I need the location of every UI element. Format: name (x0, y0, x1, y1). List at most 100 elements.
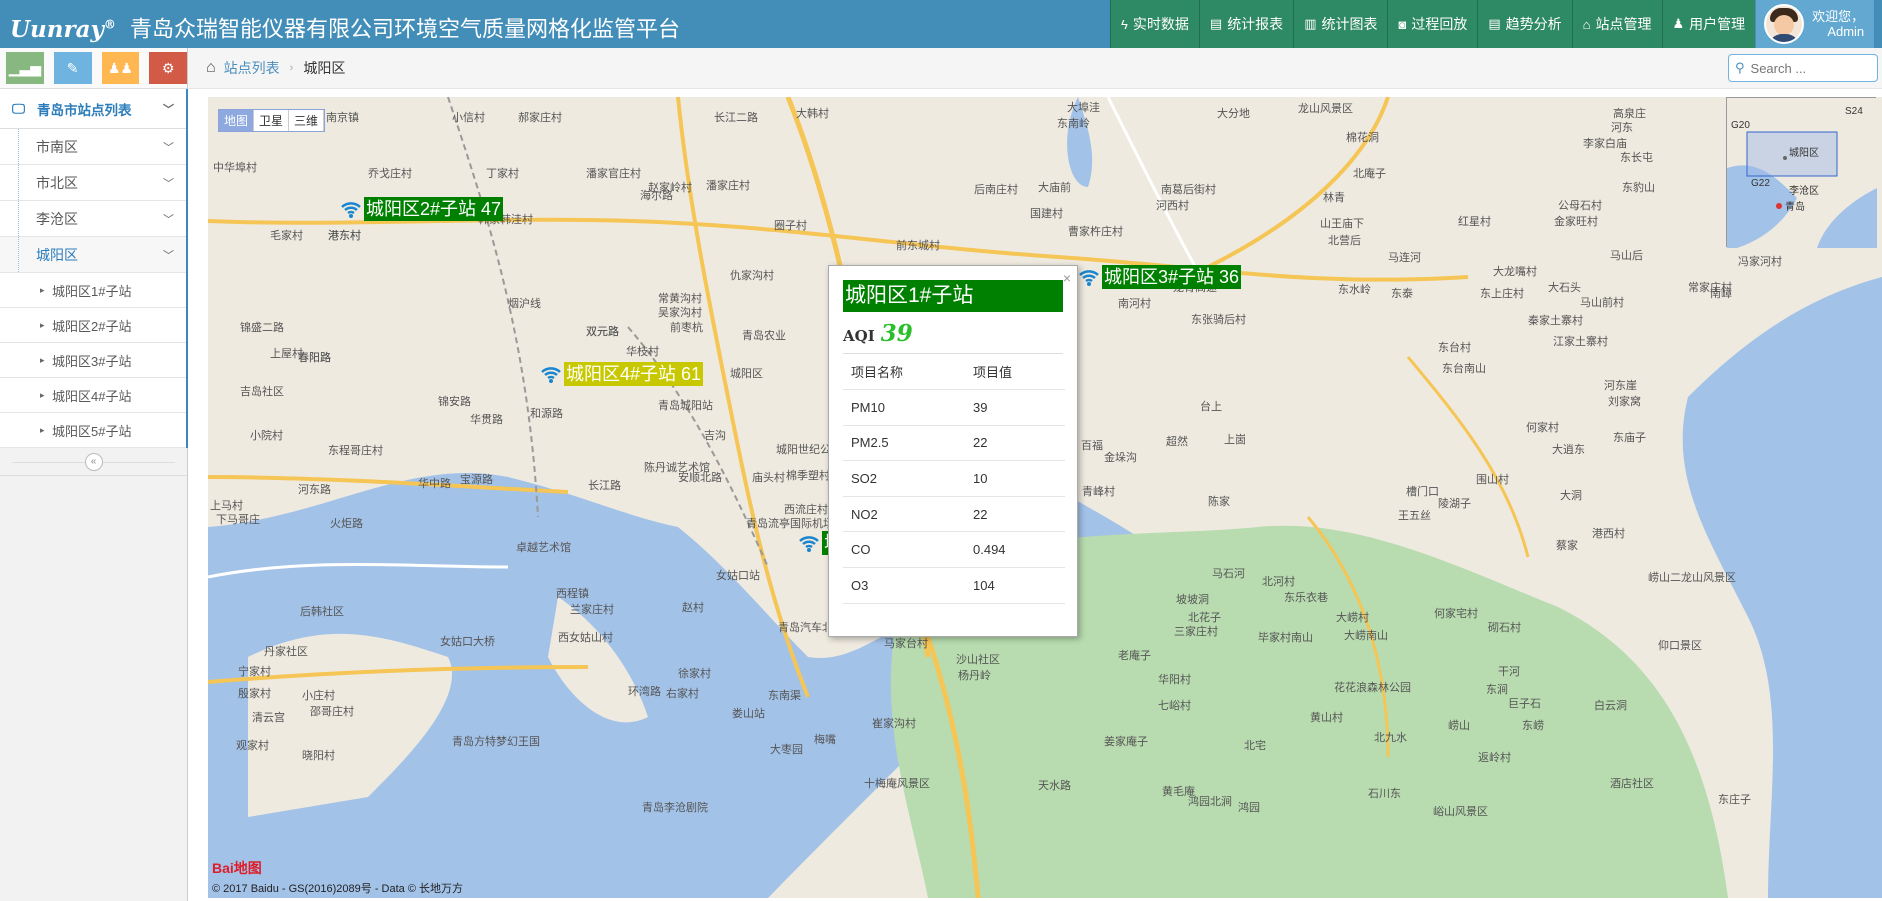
user-name: Admin (1827, 24, 1865, 39)
station-marker[interactable]: 城阳区2#子站 47 (340, 197, 504, 221)
nav-item-0[interactable]: ϟ 实时数据 (1110, 0, 1199, 48)
station-label: 城阳区4#子站 (52, 388, 132, 404)
map-place-label: 华阳村 (1158, 674, 1191, 686)
map-place-label: 青岛流亭国际机场 (746, 518, 834, 530)
sidebar-item-district[interactable]: 市北区 ﹀ (0, 165, 186, 201)
map-place-label: 小信村 (452, 112, 485, 124)
map-place-label: 曹家杵庄村 (1068, 226, 1123, 238)
table-row: SO2 10 (843, 460, 1065, 497)
map-type-switch: 地图 卫星 三维 (218, 109, 326, 132)
caret-right-icon: ▸ (40, 319, 45, 330)
map-type-button-1[interactable]: 卫星 (254, 110, 290, 131)
overview-map[interactable]: 城阳区 李沧区 青岛 S24 G20 G22 (1726, 97, 1877, 248)
sidebar-collapse[interactable]: « (0, 448, 187, 476)
aqi-value: 39 (880, 320, 913, 347)
popup-title: 城阳区1#子站 (843, 280, 1063, 312)
overview-label: S24 (1845, 106, 1863, 117)
map-place-label: 北宅 (1244, 740, 1266, 752)
shortcut-button-3[interactable]: ⚙ (149, 52, 187, 84)
bolt-icon: ϟ (1121, 16, 1128, 32)
map-place-label: 卓越艺术馆 (516, 542, 571, 554)
sidebar-item-station[interactable]: ▸ 城阳区3#子站 (0, 343, 186, 378)
map-place-label: 丹家社区 (264, 646, 308, 658)
map-place-label: 大洞 (1560, 490, 1582, 502)
map-place-label: 安顺北路 (678, 472, 722, 484)
map-place-label: 观家村 (236, 740, 269, 752)
map-type-button-2[interactable]: 三维 (289, 110, 325, 131)
overview-label: 城阳区 (1789, 147, 1819, 159)
nav-item-1[interactable]: ▤ 统计报表 (1198, 0, 1294, 48)
map-place-label: 王五丝 (1398, 510, 1431, 522)
station-marker[interactable]: 城阳区4#子站 61 (540, 362, 704, 386)
sidebar-title-item[interactable]: 🖵 青岛市站点列表 ﹀ (0, 89, 186, 129)
map-place-label: 下马哥庄 (216, 514, 260, 526)
map-place-label: 金家旺村 (1554, 216, 1598, 228)
station-info-window: × 城阳区1#子站 AQI 39 项目名称 项目值 PM10 39 PM2.5 22 SO… (828, 265, 1078, 637)
search-box[interactable]: ⚲ (1728, 54, 1878, 82)
longqing-expressway (1207, 97, 1390, 269)
user-menu[interactable]: 欢迎您， Admin (1755, 0, 1875, 48)
map-place-label: 港西村 (1592, 528, 1625, 540)
search-icon: ⚲ (1735, 60, 1745, 75)
sidebar-item-station[interactable]: ▸ 城阳区2#子站 (0, 308, 186, 343)
sidebar-item-station[interactable]: ▸ 城阳区5#子站 (0, 413, 186, 448)
brand[interactable]: Uunray® 青岛众瑞智能仪器有限公司环境空气质量网格化监管平台 (10, 0, 680, 48)
map-place-label: 百福 (1081, 440, 1103, 452)
station-marker[interactable]: 城阳区3#子站 36 (1078, 265, 1242, 289)
nav-item-5[interactable]: ⌂ 站点管理 (1571, 0, 1662, 48)
map-place-label: 小庄村 (302, 690, 335, 702)
station-menu: 🖵 青岛市站点列表 ﹀ 市南区 ﹀ 市北区 ﹀ 李沧区 ﹀ 城阳区 ﹀ ▸ 城阳区1#子站 ▸ 城阳区… (0, 89, 188, 448)
map-place-label: 东南岭 (1057, 118, 1090, 130)
cogs-icon: ⚙ (161, 59, 175, 76)
map-place-label: 圈子村 (774, 220, 807, 232)
map-place-label: 仰口景区 (1658, 640, 1702, 652)
map-place-label: 马山前村 (1580, 297, 1624, 309)
map-canvas[interactable]: 南京镇 小信村 郝家庄村 大韩村 长江二路 大埠洼 东南岭 大分地 龙山风景区 高泉庄 棉花洞 河东李… (208, 97, 1882, 898)
double-left-arrow-icon[interactable]: « (84, 452, 103, 471)
map-place-label: 东台村 (1438, 342, 1471, 354)
chevron-down-icon: ﹀ (163, 103, 174, 116)
sidebar-item-district[interactable]: 城阳区 ﹀ (0, 237, 186, 273)
map-place-label: 和源路 (530, 408, 563, 420)
search-input[interactable] (1750, 60, 1861, 76)
sidebar-item-station[interactable]: ▸ 城阳区1#子站 (0, 273, 186, 308)
map-place-label: 殷家村 (238, 688, 271, 700)
map-place-label: 马石河 (1212, 568, 1245, 580)
map-place-label: 赵村 (682, 602, 704, 614)
close-icon[interactable]: × (1063, 270, 1071, 286)
map-place-label: 东庙子 (1613, 432, 1646, 444)
map-place-label: 庙头村 (752, 472, 785, 484)
map-place-label: 前枣杭 (670, 322, 703, 334)
map-place-label: 春阳路 (298, 352, 331, 364)
map-place-label: 东长屯 (1620, 152, 1653, 164)
home-icon[interactable]: ⌂ (206, 59, 216, 77)
aqi-line: AQI 39 (843, 320, 1063, 354)
map-place-label: 青峰村 (1082, 486, 1115, 498)
nav-item-6[interactable]: ♟ 用户管理 (1661, 0, 1756, 48)
map-place-label: 花花浪森林公园 (1334, 682, 1411, 694)
nav-item-2[interactable]: ▥ 统计图表 (1293, 0, 1388, 48)
aqi-label: AQI (843, 327, 875, 345)
shortcut-button-1[interactable]: ✎ (53, 52, 92, 84)
nav-item-3[interactable]: ◙ 过程回放 (1387, 0, 1478, 48)
map-place-label: 陈家 (1208, 496, 1230, 508)
map-place-label: 北庵子 (1353, 168, 1386, 180)
map-type-button-0[interactable]: 地图 (219, 110, 255, 131)
map-place-label: 返岭村 (1478, 752, 1511, 764)
map-place-label: 清云宫 (252, 712, 285, 724)
sidebar-item-district[interactable]: 市南区 ﹀ (0, 129, 186, 165)
pollutant-value: 22 (965, 425, 1065, 462)
nav-item-4[interactable]: ▤ 趋势分析 (1477, 0, 1572, 48)
map-place-label: 大石头 (1548, 282, 1581, 294)
sidebar-item-district[interactable]: 李沧区 ﹀ (0, 201, 186, 237)
map-place-label: 大埠洼 (1067, 102, 1100, 114)
breadcrumb-root[interactable]: 站点列表 (224, 58, 280, 78)
map-place-label: 毛家村 (270, 230, 303, 242)
chevron-down-icon: ﹀ (163, 141, 174, 154)
shortcut-button-2[interactable]: ♟♟ (101, 52, 140, 84)
map-place-label: 华枝村 (626, 346, 659, 358)
sidebar-item-station[interactable]: ▸ 城阳区4#子站 (0, 378, 186, 413)
map-place-label: 十梅庵风景区 (864, 778, 930, 790)
shortcut-button-0[interactable]: ▁▃▅ (6, 52, 44, 84)
map-place-label: 环湾路 (628, 686, 661, 698)
